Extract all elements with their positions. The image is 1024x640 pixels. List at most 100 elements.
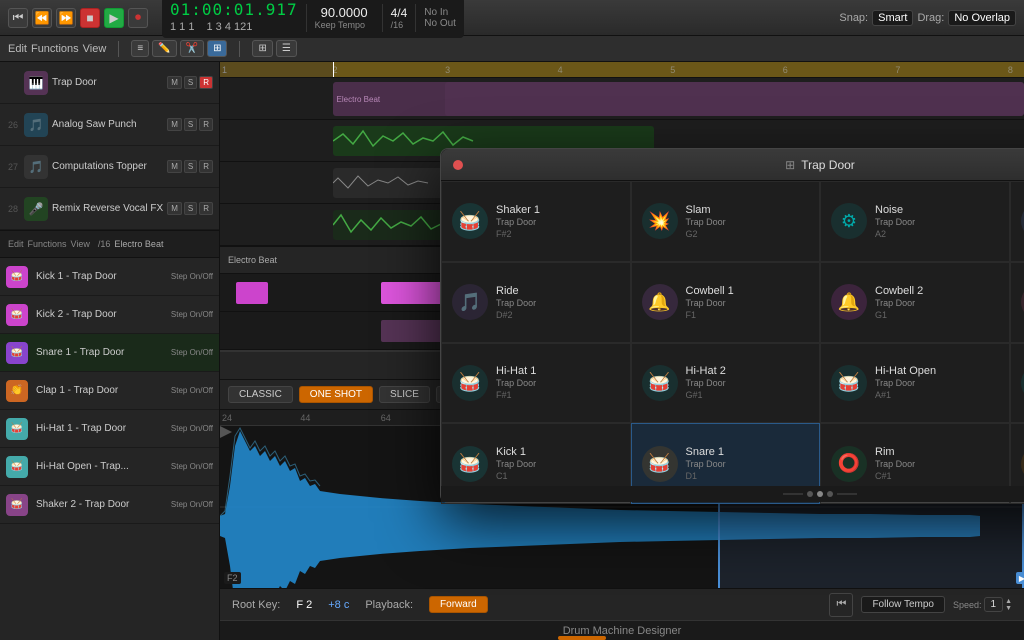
solo-btn-1[interactable]: S [184, 76, 197, 89]
rewind-waveform-btn[interactable]: ⏮ [829, 593, 853, 617]
sub-view[interactable]: View [71, 239, 90, 249]
track-num-2: 26 [6, 120, 20, 130]
dm-nav-dots [441, 486, 1024, 502]
dm-cell-noise[interactable]: ⚙ Noise Trap Door A2 [820, 181, 1010, 262]
speed-up[interactable]: ▲ [1005, 598, 1012, 605]
dm-info-shaker1: Shaker 1 Trap Door F#2 [496, 204, 620, 239]
dm-cell-crash[interactable]: 💫 Crash Trap Door D#2 [1010, 343, 1024, 424]
bottom-track-2[interactable]: 🥁 Kick 2 - Trap Door Step On/Off [0, 296, 219, 334]
mode-slice[interactable]: SLICE [379, 386, 430, 403]
bottom-track-icon-6: 🥁 [6, 456, 28, 478]
record-btn-1[interactable]: R [199, 76, 213, 89]
functions-menu[interactable]: Functions [31, 43, 79, 55]
back-button[interactable]: ⏪ [32, 8, 52, 28]
speed-val[interactable]: 1 [984, 597, 1004, 612]
track-row-2[interactable]: 26 🎵 Analog Saw Punch M S R [0, 104, 219, 146]
tempo-display[interactable]: 90.0000 [315, 5, 374, 20]
sub-functions[interactable]: Functions [28, 239, 67, 249]
forward-button[interactable]: ⏩ [56, 8, 76, 28]
bottom-track-4[interactable]: 👏 Clap 1 - Trap Door Step On/Off [0, 372, 219, 410]
dm-key-hihat-open: A#1 [875, 390, 999, 400]
bottom-track-7[interactable]: 🥁 Shaker 2 - Trap Door Step On/Off [0, 486, 219, 524]
timeline-track-1: Electro Beat [220, 78, 1024, 120]
mute-btn-1[interactable]: M [167, 76, 182, 89]
tool-btn-2[interactable]: ✏️ [152, 40, 176, 57]
sub-edit[interactable]: Edit [8, 239, 24, 249]
bottom-track-icon-1: 🥁 [6, 266, 28, 288]
dm-icon-ride: 🎵 [452, 284, 488, 320]
mute-btn-3[interactable]: M [167, 160, 182, 173]
track-msr-2: M S R [167, 118, 213, 131]
bottom-track-name-1: Kick 1 - Trap Door [36, 271, 167, 282]
dm-close-button[interactable] [453, 160, 463, 170]
bottom-track-3[interactable]: 🥁 Snare 1 - Trap Door Step On/Off [0, 334, 219, 372]
dm-cell-cowbell2[interactable]: 🔔 Cowbell 2 Trap Door G1 [820, 262, 1010, 343]
view-menu[interactable]: View [83, 43, 107, 55]
dm-icon-hihat1: 🥁 [452, 365, 488, 401]
stop-button[interactable]: ■ [80, 8, 100, 28]
play-button[interactable]: ▶ [104, 8, 124, 28]
dm-key-hihat2: G#1 [686, 390, 810, 400]
solo-btn-2[interactable]: S [184, 118, 197, 131]
dm-cell-cowbell3[interactable]: 🔔 Cowbell 3 Trap Door A1 [1010, 262, 1024, 343]
zoom-btn[interactable]: ⊞ [252, 40, 272, 57]
dm-cell-hihat1[interactable]: 🥁 Hi-Hat 1 Trap Door F#1 [441, 343, 631, 424]
bottom-track-icon-4: 👏 [6, 380, 28, 402]
sub-timeline-label: Electro Beat [228, 255, 277, 265]
dm-cell-siren[interactable]: 🔔 Siren Trap Door B2 [1010, 181, 1024, 262]
dm-title-text: Trap Door [801, 158, 855, 172]
dm-cell-slam[interactable]: 💥 Slam Trap Door G2 [631, 181, 821, 262]
mute-btn-4[interactable]: M [167, 202, 182, 215]
scroll-indicator[interactable] [558, 636, 606, 640]
mode-classic[interactable]: CLASSIC [228, 386, 293, 403]
track-msr-4: M S R [167, 202, 213, 215]
list-btn[interactable]: ☰ [276, 40, 297, 57]
dm-cell-hihat-open[interactable]: 🥁 Hi-Hat Open Trap Door A#1 [820, 343, 1010, 424]
solo-btn-4[interactable]: S [184, 202, 197, 215]
track-row-4[interactable]: 28 🎤 Remix Reverse Vocal FX M S R [0, 188, 219, 230]
root-key-val: F 2 [296, 599, 312, 611]
dm-icon-hihat2: 🥁 [642, 365, 678, 401]
tool-btn-1[interactable]: ≡ [131, 40, 149, 57]
seq-block-1-1[interactable] [236, 282, 268, 304]
speed-stepper[interactable]: ▲ ▼ [1005, 598, 1012, 612]
edit-menu[interactable]: Edit [8, 43, 27, 55]
follow-tempo-button[interactable]: Follow Tempo [861, 596, 945, 613]
track-row-3[interactable]: 27 🎵 Computations Topper M S R [0, 146, 219, 188]
bottom-track-1[interactable]: 🥁 Kick 1 - Trap Door Step On/Off [0, 258, 219, 296]
dm-dot-2[interactable] [817, 491, 823, 497]
loop-handle-right[interactable]: ▶ [1016, 572, 1024, 584]
mute-btn-2[interactable]: M [167, 118, 182, 131]
playback-button[interactable]: Forward [429, 596, 488, 613]
dm-dot-1[interactable] [807, 491, 813, 497]
dm-info-cowbell1: Cowbell 1 Trap Door F1 [686, 285, 810, 320]
track-row-1[interactable]: 🎹 Trap Door M S R [0, 62, 219, 104]
bottom-track-5[interactable]: 🥁 Hi-Hat 1 - Trap Door Step On/Off [0, 410, 219, 448]
bottom-track-icon-2: 🥁 [6, 304, 28, 326]
rewind-button[interactable]: ⏮ [8, 8, 28, 28]
mode-oneshot[interactable]: ONE SHOT [299, 386, 373, 403]
dm-cell-hihat2[interactable]: 🥁 Hi-Hat 2 Trap Door G#1 [631, 343, 821, 424]
bottom-track-label-1: Step On/Off [171, 272, 213, 281]
drag-value[interactable]: No Overlap [948, 10, 1016, 26]
dm-key-cowbell1: F1 [686, 310, 810, 320]
transport-time-display: 01:00:01.917 1 1 1 1 3 4 121 [170, 0, 298, 34]
bottom-track-6[interactable]: 🥁 Hi-Hat Open - Trap... Step On/Off [0, 448, 219, 486]
dm-cell-shaker1[interactable]: 🥁 Shaker 1 Trap Door F#2 [441, 181, 631, 262]
dm-dot-3[interactable] [827, 491, 833, 497]
dm-cell-cowbell1[interactable]: 🔔 Cowbell 1 Trap Door F1 [631, 262, 821, 343]
snap-value[interactable]: Smart [872, 10, 913, 26]
tool-btn-3[interactable]: ✂️ [180, 40, 204, 57]
speed-down[interactable]: ▼ [1005, 605, 1012, 612]
dm-scroll-right[interactable] [837, 493, 857, 495]
ruler-mark-1: 1 [222, 65, 227, 75]
tool-btn-4[interactable]: ⊞ [207, 40, 227, 57]
record-btn-4[interactable]: R [199, 202, 213, 215]
dm-scroll-left[interactable] [783, 493, 803, 495]
record-btn-2[interactable]: R [199, 118, 213, 131]
record-button[interactable]: ⏺ [128, 8, 148, 28]
pattern-electro-beat-2[interactable] [445, 82, 1024, 116]
solo-btn-3[interactable]: S [184, 160, 197, 173]
dm-cell-ride[interactable]: 🎵 Ride Trap Door D#2 [441, 262, 631, 343]
record-btn-3[interactable]: R [199, 160, 213, 173]
